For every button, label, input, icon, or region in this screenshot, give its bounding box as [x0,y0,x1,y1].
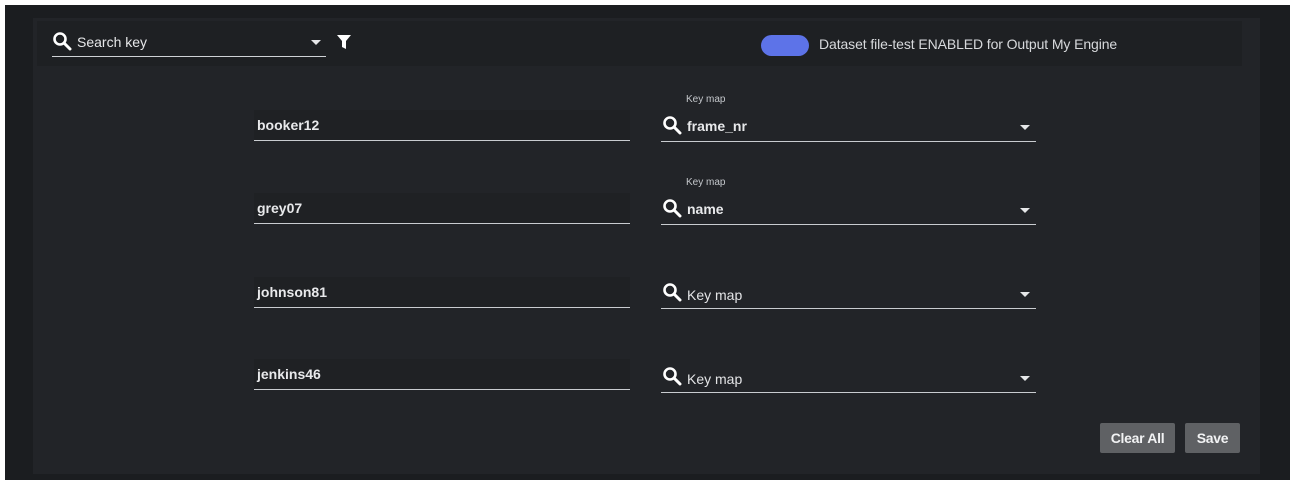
key-map-value: frame_nr [687,118,747,134]
key-name: johnson81 [257,284,328,300]
chevron-down-icon[interactable] [1020,125,1030,130]
search-icon [662,282,682,302]
key-map-select[interactable]: Key map frame_nr [661,94,1036,142]
clear-all-button[interactable]: Clear All [1100,423,1175,453]
chevron-down-icon[interactable] [1020,292,1030,297]
key-name-field: jenkins46 [254,359,630,390]
key-name-field: johnson81 [254,277,630,308]
key-map-label: Key map [686,177,726,188]
dataset-enabled-toggle[interactable] [761,35,809,56]
search-icon [662,198,682,218]
key-name: jenkins46 [257,366,321,382]
filter-icon[interactable] [337,35,351,49]
chevron-down-icon[interactable] [1020,208,1030,213]
search-key-field[interactable] [52,30,326,57]
chevron-down-icon[interactable] [1020,376,1030,381]
key-name: booker12 [257,117,320,133]
toggle-label: Dataset file-test ENABLED for Output My … [819,36,1118,52]
key-map-label: Key map [686,94,726,105]
key-name: grey07 [257,200,303,216]
chevron-down-icon[interactable] [311,40,321,45]
key-name-field: grey07 [254,193,630,224]
key-map-select[interactable]: Key map [661,278,1036,309]
key-map-value: name [687,201,724,217]
key-map-select[interactable]: Key map [661,362,1036,393]
search-icon [52,31,72,51]
key-name-field: booker12 [254,110,630,141]
key-map-placeholder: Key map [687,371,743,387]
search-icon [662,366,682,386]
key-map-placeholder: Key map [687,287,743,303]
search-icon [662,115,682,135]
search-input[interactable] [77,33,297,51]
save-button[interactable]: Save [1185,423,1240,453]
key-map-select[interactable]: Key map name [661,177,1036,225]
key-mapping-panel [33,18,1260,474]
